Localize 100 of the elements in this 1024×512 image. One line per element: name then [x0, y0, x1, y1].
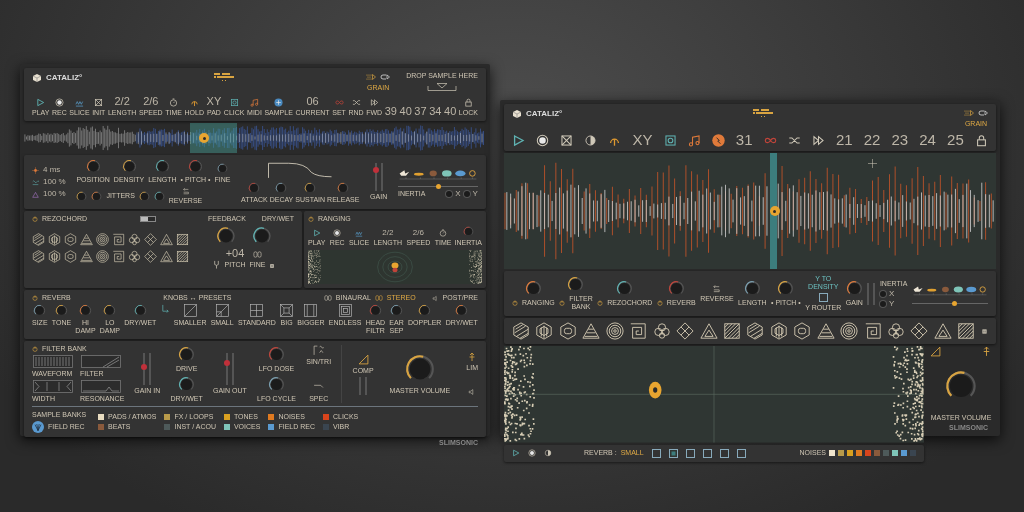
music-note-icon[interactable] — [249, 98, 259, 107]
knob[interactable] — [390, 304, 404, 317]
knob[interactable] — [138, 190, 150, 202]
knob[interactable] — [777, 280, 795, 297]
color-swatch[interactable] — [322, 424, 329, 430]
color-swatch[interactable] — [856, 450, 862, 457]
power-icon[interactable] — [308, 216, 314, 222]
return-arrow-icon[interactable] — [181, 187, 190, 195]
slider-thumb[interactable] — [141, 364, 148, 371]
color-swatch[interactable] — [829, 450, 835, 457]
preset-button[interactable] — [719, 448, 729, 458]
reverb-preset-icon[interactable] — [250, 304, 264, 317]
waveform-shape-icon[interactable] — [313, 345, 325, 356]
geometric-shape-icon[interactable] — [676, 322, 695, 340]
geometric-shape-icon[interactable] — [746, 322, 765, 340]
color-swatch[interactable] — [892, 450, 898, 457]
knob[interactable] — [268, 345, 285, 363]
return-arrow-icon[interactable] — [712, 284, 722, 293]
half-circle-icon[interactable] — [584, 134, 598, 147]
play-icon[interactable] — [36, 98, 46, 107]
play-icon[interactable] — [512, 134, 525, 147]
shuffle-icon[interactable] — [351, 98, 361, 107]
ramp-display[interactable] — [80, 355, 122, 368]
geometric-shape-icon[interactable] — [80, 232, 93, 246]
play-icon[interactable] — [512, 449, 520, 458]
knob[interactable] — [845, 280, 863, 297]
lock-icon[interactable] — [463, 98, 473, 107]
drop-target-icon[interactable] — [425, 82, 460, 91]
shuffle-icon[interactable] — [787, 134, 801, 147]
geometric-shape-icon[interactable] — [629, 322, 648, 340]
preset-button[interactable] — [668, 448, 678, 458]
knob[interactable] — [121, 159, 137, 174]
knob[interactable] — [667, 280, 685, 297]
geometric-shape-icon[interactable] — [48, 249, 61, 263]
record-icon[interactable] — [528, 449, 536, 458]
geometric-shape-icon[interactable] — [80, 249, 93, 263]
geometric-shape-icon[interactable] — [128, 249, 141, 263]
geometric-shape-icon[interactable] — [144, 249, 157, 263]
reverb-preset-icon[interactable] — [280, 304, 294, 317]
geometric-shape-icon[interactable] — [48, 232, 61, 246]
geometric-shape-icon[interactable] — [605, 322, 624, 340]
record-icon[interactable] — [54, 98, 64, 107]
toggle-switch[interactable] — [139, 216, 156, 222]
color-swatch[interactable] — [901, 450, 907, 457]
checkbox[interactable] — [818, 293, 828, 302]
geometric-shape-icon[interactable] — [887, 322, 905, 340]
color-swatch[interactable] — [910, 450, 916, 457]
color-swatch[interactable] — [268, 414, 275, 420]
geometric-shape-icon[interactable] — [160, 232, 173, 246]
knob[interactable] — [153, 190, 165, 202]
wave-icon[interactable] — [355, 229, 364, 237]
fast-forward-icon[interactable] — [811, 134, 825, 147]
arrow-up-icon[interactable] — [467, 352, 478, 362]
crossed-square-icon[interactable] — [560, 134, 574, 147]
color-swatch[interactable] — [865, 450, 871, 457]
knob[interactable] — [524, 280, 542, 297]
peak-display[interactable] — [80, 380, 122, 393]
knob[interactable] — [304, 181, 317, 194]
reverb-preset-icon[interactable] — [215, 304, 229, 317]
knob[interactable] — [85, 159, 101, 174]
music-note-icon[interactable] — [687, 134, 701, 147]
playhead-marker[interactable] — [199, 133, 210, 143]
power-icon[interactable] — [597, 300, 604, 306]
fast-forward-icon[interactable] — [369, 98, 379, 107]
arrow-up-icon[interactable] — [981, 346, 992, 357]
crosshair-icon[interactable] — [868, 159, 878, 168]
knob[interactable] — [337, 181, 350, 194]
knob[interactable] — [743, 280, 761, 297]
knob[interactable] — [154, 159, 170, 174]
stopwatch-icon[interactable] — [169, 98, 179, 107]
geometric-shape-icon[interactable] — [793, 322, 812, 340]
knob[interactable] — [76, 190, 88, 202]
knob[interactable] — [103, 304, 117, 317]
geometric-shape-icon[interactable] — [32, 249, 45, 263]
wave-icon[interactable] — [74, 98, 84, 107]
knob[interactable] — [455, 304, 469, 317]
slider-thumb[interactable] — [435, 183, 441, 189]
knob[interactable] — [91, 190, 103, 202]
geometric-shape-icon[interactable] — [96, 232, 109, 246]
loop-play-icon[interactable] — [978, 108, 988, 118]
preset-button[interactable] — [651, 448, 661, 458]
color-swatch[interactable] — [322, 414, 329, 420]
reverb-preset-icon[interactable] — [338, 304, 352, 317]
geometric-shape-icon[interactable] — [863, 322, 882, 340]
color-swatch[interactable] — [883, 450, 889, 457]
color-swatch[interactable] — [98, 414, 105, 420]
knob[interactable] — [54, 304, 68, 317]
selection-region[interactable] — [190, 123, 237, 153]
knob[interactable] — [33, 304, 47, 317]
corner-arrow-icon[interactable] — [160, 304, 170, 313]
fan-circle-icon[interactable] — [32, 421, 44, 433]
double-ring-icon[interactable] — [323, 294, 332, 302]
geometric-shape-icon[interactable] — [582, 322, 601, 340]
slider-thumb[interactable] — [951, 301, 957, 306]
geometric-shape-icon[interactable] — [558, 322, 577, 340]
geometric-shape-icon[interactable] — [144, 232, 157, 246]
geometric-shape-icon[interactable] — [722, 322, 741, 340]
knob[interactable] — [275, 181, 288, 194]
ramp-icon[interactable] — [357, 353, 369, 365]
geometric-shape-icon[interactable] — [176, 232, 189, 246]
